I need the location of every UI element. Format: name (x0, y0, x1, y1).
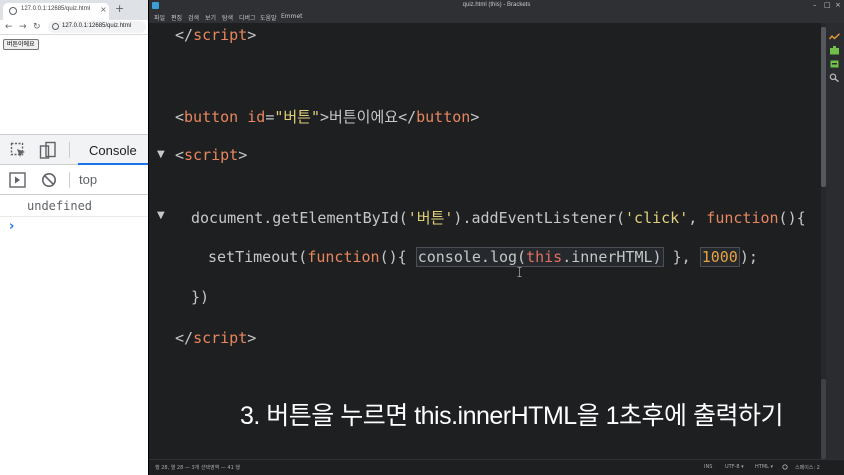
menu-navigate[interactable]: 탐색 (222, 13, 233, 22)
lesson-caption: 3. 버튼을 누르면 this.innerHTML을 1초후에 출력하기 (240, 402, 783, 430)
toolbar-divider (69, 142, 70, 158)
url-text: 127.0.0.1:12685/quiz.html (62, 23, 132, 29)
tab-title: 127.0.0.1:12685/quiz.html (21, 6, 91, 12)
tab-console-label: Console (89, 143, 137, 158)
menu-bar: 파일 편집 검색 보기 탐색 디버그 도움말 Emmet (149, 12, 844, 23)
devtools-toolbar: Console (0, 135, 148, 165)
package-icon[interactable] (829, 59, 840, 68)
globe-icon (9, 7, 17, 15)
code-line: document.getElementById('버튼').addEventLi… (191, 209, 806, 227)
browser-tab[interactable]: 127.0.0.1:12685/quiz.html × (3, 3, 109, 20)
code-line: setTimeout(function(){ console.log(this.… (208, 247, 758, 267)
code-line: }) (191, 288, 210, 306)
fold-toggle-icon[interactable]: ▼ (157, 149, 165, 160)
minimize-icon[interactable]: – (813, 1, 817, 9)
menu-help[interactable]: 도움말 (260, 13, 277, 22)
browser-tab-strip: 127.0.0.1:12685/quiz.html × + (0, 0, 148, 20)
brackets-window: quiz.html (this) - Brackets – □ × 파일 편집 … (149, 0, 844, 475)
close-window-icon[interactable]: × (835, 1, 841, 9)
code-line: <button id="버튼">버튼이에요</button> (175, 108, 480, 126)
menu-file[interactable]: 파일 (154, 13, 165, 22)
inspect-element-icon[interactable] (10, 142, 27, 159)
sidebar-toggle-icon[interactable] (9, 172, 26, 188)
page-viewport: 버튼이에요 (0, 36, 148, 134)
menu-edit[interactable]: 편집 (171, 13, 182, 22)
code-line: </script> (175, 329, 257, 347)
selection-highlight: console.log(this.innerHTML) (415, 247, 664, 267)
encoding-select[interactable]: UTF-8 ▾ (725, 464, 744, 470)
clear-console-icon[interactable] (41, 172, 57, 188)
title-bar: quiz.html (this) - Brackets – □ × (149, 0, 844, 12)
text-cursor-icon (517, 267, 522, 277)
new-tab-button[interactable]: + (115, 3, 124, 15)
lint-status-icon[interactable] (782, 464, 788, 470)
toolbar-divider (69, 172, 70, 188)
console-toolbar: top (0, 165, 148, 195)
search-icon[interactable] (829, 73, 840, 82)
language-select[interactable]: HTML ▾ (755, 464, 773, 470)
live-preview-icon[interactable] (829, 33, 840, 42)
maximize-icon[interactable]: □ (824, 1, 831, 9)
context-selector[interactable]: top (79, 172, 97, 187)
menu-debug[interactable]: 디버그 (239, 13, 256, 22)
forward-icon[interactable]: → (19, 21, 27, 33)
status-bar: 행 28, 열 28 — 3개 선택영역 — 41 행 INS UTF-8 ▾ … (149, 459, 844, 475)
console-output-value: undefined (27, 199, 93, 213)
address-bar[interactable]: 127.0.0.1:12685/quiz.html (48, 21, 146, 33)
back-icon[interactable]: ← (5, 21, 13, 33)
code-line: </script> (175, 26, 257, 44)
insert-mode-toggle[interactable]: INS (704, 464, 712, 470)
page-button[interactable]: 버튼이에요 (3, 39, 39, 50)
menu-view[interactable]: 보기 (205, 13, 216, 22)
extension-manager-icon[interactable] (829, 46, 840, 55)
code-editor[interactable]: </script> <button id="버튼">버튼이에요</button>… (149, 23, 821, 459)
browser-toolbar: ← → ↻ 127.0.0.1:12685/quiz.html (0, 20, 148, 35)
close-tab-icon[interactable]: × (100, 5, 107, 14)
info-icon[interactable] (52, 23, 59, 30)
tab-console[interactable]: Console (78, 135, 148, 165)
console-prompt-icon[interactable]: › (9, 219, 14, 234)
menu-find[interactable]: 검색 (188, 13, 199, 22)
reload-icon[interactable]: ↻ (33, 21, 41, 33)
console-message: undefined (0, 195, 148, 217)
menu-emmet[interactable]: Emmet (281, 13, 303, 20)
indent-setting[interactable]: 스페이스: 2 (795, 464, 820, 471)
devtools-panel: Console top undefined › (0, 134, 148, 475)
fold-toggle-icon[interactable]: ▼ (157, 210, 165, 221)
device-toolbar-icon[interactable] (39, 141, 57, 159)
code-line: <script> (175, 146, 248, 164)
cursor-position: 행 28, 열 28 — 3개 선택영역 — 41 행 (155, 465, 240, 471)
browser-window: 127.0.0.1:12685/quiz.html × + ← → ↻ 127.… (0, 0, 148, 475)
extension-toolbar (826, 23, 844, 459)
window-title: quiz.html (this) - Brackets (462, 2, 531, 8)
